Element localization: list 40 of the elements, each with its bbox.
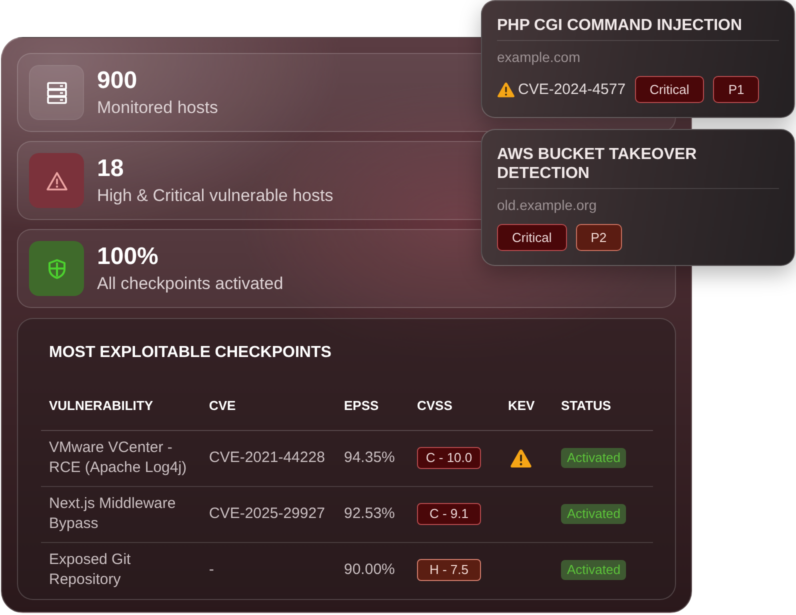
column-header: STATUS	[553, 382, 653, 430]
table-cell: Next.js Middleware Bypass	[41, 486, 201, 542]
stat-value: 18	[97, 156, 125, 182]
column-header: EPSS	[336, 382, 409, 430]
cvss-badge: H - 7.5	[417, 559, 481, 582]
warning-icon	[29, 153, 84, 208]
table-cell: VMware VCenter - RCE (Apache Log4j)	[41, 430, 201, 486]
table-cell: CVE-2021-44228	[201, 430, 336, 486]
alert-title: PHP CGI COMMAND INJECTION	[497, 16, 744, 35]
stat-value: 100%	[97, 244, 160, 270]
column-header: VULNERABILITY	[41, 382, 201, 430]
priority-badge: P1	[713, 76, 760, 103]
cvss-badge: C - 10.0	[417, 447, 481, 469]
cvss-badge: C - 9.1	[417, 503, 481, 525]
column-header: CVSS	[409, 382, 500, 430]
table-cell: Exposed Git Repository	[41, 542, 201, 598]
column-header: CVE	[201, 382, 336, 430]
severity-badge: Critical	[497, 224, 567, 251]
server-icon	[29, 65, 84, 120]
shield-icon	[29, 241, 84, 296]
cve-id: CVE-2024-4577	[518, 80, 626, 98]
status-badge: Activated	[561, 448, 626, 468]
table-cell: -	[201, 542, 336, 598]
stat-label: All checkpoints activated	[97, 274, 284, 294]
status-badge: Activated	[561, 504, 626, 524]
severity-badge: Critical	[634, 76, 704, 103]
alert-host: old.example.org	[497, 196, 597, 214]
stat-label: Monitored hosts	[97, 98, 218, 118]
priority-badge: P2	[576, 224, 622, 251]
table-cell: 90.00%	[336, 542, 409, 598]
table-cell: 94.35%	[336, 430, 409, 486]
alert-title: AWS BUCKET TAKEOVER DETECTION	[497, 145, 698, 183]
alert-host: example.com	[497, 48, 580, 66]
stat-label: High & Critical vulnerable hosts	[97, 186, 334, 206]
stat-value: 900	[97, 68, 138, 94]
section-title: MOST EXPLOITABLE CHECKPOINTS	[49, 343, 332, 363]
column-header: KEV	[500, 382, 553, 430]
status-badge: Activated	[561, 560, 626, 580]
table-cell: 92.53%	[336, 486, 409, 542]
table-cell: CVE-2025-29927	[201, 486, 336, 542]
